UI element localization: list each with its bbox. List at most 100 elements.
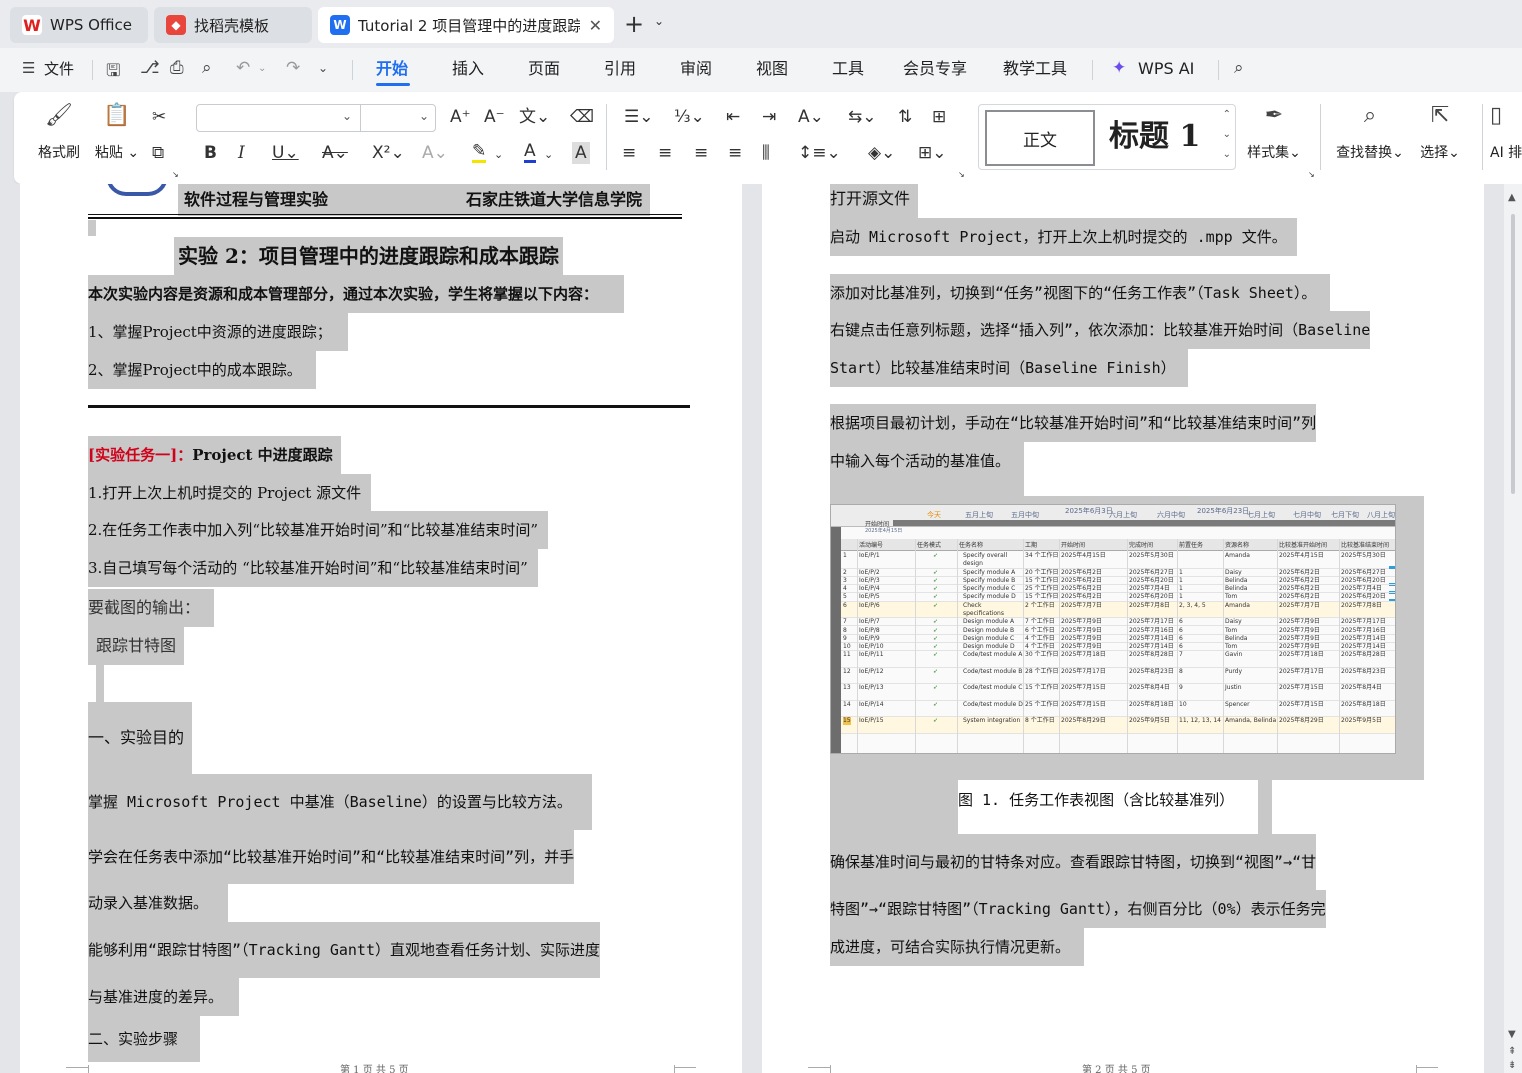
tab-tools[interactable]: 工具 xyxy=(832,58,864,80)
tab-page[interactable]: 页面 xyxy=(528,58,560,80)
chevron-down-icon[interactable]: ⌄ xyxy=(258,63,266,74)
step-heading: 根据项目最初计划，手动在“比较基准开始时间”和“比较基准结束时间”列 xyxy=(830,404,1317,442)
table-row: 14 IoE/P/14 Code/test module D 25 个工作日 2025年… xyxy=(841,701,1395,718)
menu-file[interactable]: 文件 xyxy=(44,58,74,80)
body-paragraph: 学会在任务表中添加“比较基准开始时间”和“比较基准结束时间”列，并手 xyxy=(88,830,575,884)
body-paragraph: 启动 Microsoft Project，打开上次上机时提交的 .mpp 文件。 xyxy=(830,218,1297,256)
tab-wps-office[interactable]: W WPS Office xyxy=(10,7,148,43)
numbered-list-icon[interactable]: ⅓⌄ xyxy=(674,106,705,128)
sort-icon[interactable]: ⇅ xyxy=(898,106,912,128)
align-left-icon[interactable]: ≡ xyxy=(622,142,636,164)
section-heading: 二、实验步骤 xyxy=(88,1016,201,1062)
print-icon[interactable]: ⎙ xyxy=(170,58,184,78)
redo-icon[interactable]: ↷ xyxy=(286,58,300,78)
body-paragraph: 右键点击任意列标题，选择“插入列”，依次添加：比较基准开始时间（Baseline xyxy=(830,311,1371,349)
decrease-indent-icon[interactable]: ⇤ xyxy=(726,106,740,128)
wps-ai-icon[interactable]: ✦ xyxy=(1112,58,1126,78)
bold-icon[interactable]: B xyxy=(204,142,217,164)
select-button[interactable]: ⇱ 选择⌄ xyxy=(1410,102,1470,162)
tab-references[interactable]: 引用 xyxy=(604,58,636,80)
style-normal[interactable]: 正文 xyxy=(985,110,1095,166)
close-icon[interactable]: ✕ xyxy=(581,16,602,35)
school-logo xyxy=(106,184,168,196)
style-heading-1[interactable]: 标题 1 xyxy=(1109,113,1200,161)
hamburger-icon[interactable]: ☰ xyxy=(22,59,35,77)
body-paragraph: 确保基准时间与最初的甘特条对应。查看跟踪甘特图，切换到“视图”→“甘 xyxy=(830,834,1317,890)
tab-home[interactable]: 开始 xyxy=(376,58,408,80)
find-replace-button[interactable]: ⌕ 查找替换⌄ xyxy=(1332,102,1408,162)
share-icon[interactable]: ⎇ xyxy=(140,58,160,78)
scroll-up-icon[interactable]: ▲ xyxy=(1508,192,1516,203)
superscript-icon[interactable]: X²⌄ xyxy=(372,142,405,164)
ai-layout-button[interactable]: ▯ AI 排 xyxy=(1490,102,1522,162)
text-direction-icon[interactable]: A⌄ xyxy=(798,106,824,128)
text-effect-icon[interactable]: A⌄ xyxy=(422,142,448,164)
task-sheet-screenshot: 今天 五月上旬 五月中旬 2025年6月3日 六月上旬 六月中旬 2025年6月… xyxy=(830,504,1396,754)
new-tab-icon[interactable]: + xyxy=(624,10,644,38)
undo-icon[interactable]: ↶ xyxy=(236,58,250,78)
scroll-down-icon[interactable]: ⌄ xyxy=(1223,129,1231,140)
tab-docer-templates[interactable]: ◆ 找稻壳模板 xyxy=(154,7,312,43)
search-icon[interactable]: ⌕ xyxy=(1234,58,1244,78)
italic-icon[interactable]: I xyxy=(238,142,245,164)
scroll-down-icon[interactable]: ▼ xyxy=(1508,1029,1516,1040)
shrink-font-icon[interactable]: A⁻ xyxy=(484,106,505,128)
prev-page-icon[interactable]: ⇞ xyxy=(1508,1046,1516,1057)
dialog-launcher-icon[interactable]: ↘ xyxy=(1308,164,1315,186)
dialog-launcher-icon[interactable]: ↘ xyxy=(172,164,179,186)
scroll-up-icon[interactable]: ⌃ xyxy=(1223,109,1231,120)
chevron-down-icon[interactable]: ⌄ xyxy=(494,144,503,166)
figure-caption: 图 1. 任务工作表视图（含比较基准列） xyxy=(958,791,1235,809)
tab-insert[interactable]: 插入 xyxy=(452,58,484,80)
tab-member[interactable]: 会员专享 xyxy=(903,58,967,80)
justify-icon[interactable]: ≡ xyxy=(728,142,742,164)
paste-button[interactable]: 📋 粘贴 ⌄ xyxy=(92,102,142,162)
scrollbar-thumb[interactable] xyxy=(1511,214,1515,494)
save-icon[interactable]: 🖫 xyxy=(106,58,120,87)
tab-teaching-tools[interactable]: 教学工具 xyxy=(1003,58,1067,80)
intro-text: 本次实验内容是资源和成本管理部分，通过本次实验，学生将掌握以下内容： xyxy=(88,275,625,313)
bullet-list-icon[interactable]: ☰⌄ xyxy=(624,106,653,128)
copy-icon[interactable]: ⧉ xyxy=(152,142,164,164)
grow-font-icon[interactable]: A⁺ xyxy=(450,106,471,128)
tab-wps-ai[interactable]: WPS AI xyxy=(1138,58,1194,80)
font-family-select[interactable]: ⌄ ⌄ xyxy=(196,104,436,132)
format-painter-button[interactable]: 🖌 格式刷 xyxy=(34,102,84,162)
line-spacing-icon[interactable]: ↕≡⌄ xyxy=(798,142,841,164)
font-color-icon[interactable]: A xyxy=(524,142,536,163)
increase-indent-icon[interactable]: ⇥ xyxy=(762,106,776,128)
align-right-icon[interactable]: ≡ xyxy=(694,142,708,164)
dialog-launcher-icon[interactable]: ↘ xyxy=(958,164,965,186)
next-page-icon[interactable]: ⇟ xyxy=(1508,1060,1516,1071)
phonetic-guide-icon[interactable]: 文⌄ xyxy=(519,106,550,128)
view-bar xyxy=(831,527,841,753)
tab-view[interactable]: 视图 xyxy=(756,58,788,80)
vertical-scrollbar[interactable]: ▲ ▼ ⇞ ⇟ xyxy=(1504,184,1522,1073)
paragraph-direction-icon[interactable]: ⇆⌄ xyxy=(848,106,877,128)
highlight-icon[interactable]: ✎ xyxy=(472,142,487,163)
chevron-down-icon[interactable]: ⌄ xyxy=(654,14,664,28)
page-1[interactable]: 软件过程与管理实验 石家庄铁道大学信息学院 实验 2：项目管理中的进度跟踪和成本… xyxy=(20,184,742,1073)
tab-document[interactable]: W Tutorial 2 项目管理中的进度跟踪 ✕ xyxy=(318,7,614,43)
strikethrough-icon[interactable]: A⌄ xyxy=(322,142,348,164)
underline-icon[interactable]: U⌄ xyxy=(272,142,299,164)
document-icon: ▯ xyxy=(1490,103,1503,128)
cut-icon[interactable]: ✂ xyxy=(152,106,166,128)
chevron-down-icon[interactable]: ⌄ xyxy=(318,61,328,75)
char-shading-icon[interactable]: A xyxy=(572,142,590,164)
expand-gallery-icon[interactable]: ⌄ xyxy=(1223,149,1231,160)
show-marks-icon[interactable]: ⊞ xyxy=(932,106,946,128)
step-heading: 打开源文件 xyxy=(830,184,919,218)
paragraph-shading-icon[interactable]: ◈⌄ xyxy=(868,142,895,164)
task-step: 1.打开上次上机时提交的 Project 源文件 xyxy=(88,474,372,512)
print-preview-icon[interactable]: ⌕ xyxy=(202,58,212,78)
table-row: 6 IoE/P/6 Check specifications 2 个工作日 2025年7… xyxy=(841,601,1395,619)
chevron-down-icon[interactable]: ⌄ xyxy=(544,144,553,166)
tab-review[interactable]: 审阅 xyxy=(680,58,712,80)
page-2[interactable]: 打开源文件 启动 Microsoft Project，打开上次上机时提交的 .m… xyxy=(762,184,1484,1073)
distributed-icon[interactable]: ⫼ xyxy=(762,142,770,164)
style-set-button[interactable]: ✒ 样式集⌄ xyxy=(1240,102,1308,162)
clear-format-icon[interactable]: ⌫ xyxy=(570,106,594,128)
borders-icon[interactable]: ⊞⌄ xyxy=(918,142,947,164)
align-center-icon[interactable]: ≡ xyxy=(658,142,672,164)
